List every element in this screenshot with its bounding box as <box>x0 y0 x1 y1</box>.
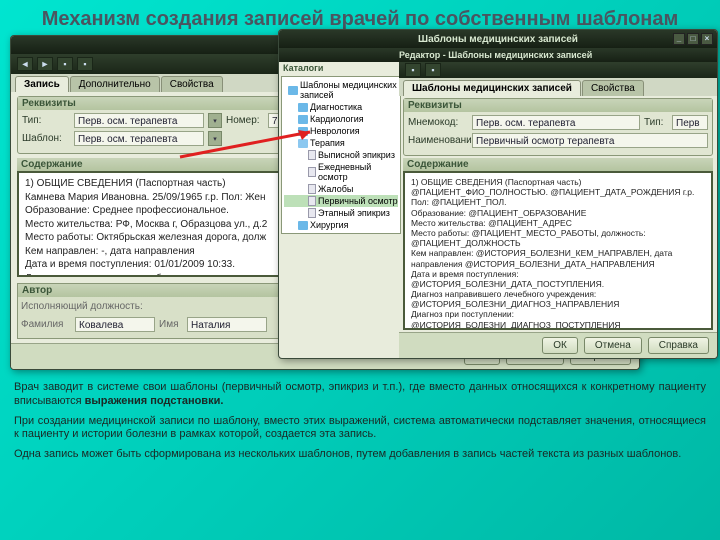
type-field-right[interactable]: Перв <box>672 115 708 130</box>
tab-extra[interactable]: Дополнительно <box>70 76 160 92</box>
tree-label: Кардиология <box>310 114 364 124</box>
titlebar-text-right: Шаблоны медицинских записей <box>418 34 578 45</box>
document-icon <box>308 208 316 218</box>
tree-node[interactable]: Первичный осмотр <box>284 195 398 207</box>
body-p1b: выражения подстановки. <box>85 395 224 407</box>
folder-icon <box>298 115 308 124</box>
maximize-icon[interactable]: □ <box>687 33 699 45</box>
template-field[interactable]: Перв. осм. терапевта <box>74 131 204 146</box>
surname-field[interactable]: Ковалева <box>75 317 155 332</box>
body-p2: При создании медицинской записи по шабло… <box>14 415 706 443</box>
folder-icon <box>298 127 308 136</box>
tree-node[interactable]: Этапный эпикриз <box>284 207 398 219</box>
document-icon <box>308 184 316 194</box>
tree-label: Первичный осмотр <box>318 196 398 206</box>
tree-label: Терапия <box>310 138 345 148</box>
tree-label: Этапный эпикриз <box>318 208 390 218</box>
requisites-title-right: Реквизиты <box>404 99 712 112</box>
tree-label: Неврология <box>310 126 360 136</box>
folder-icon <box>288 86 298 95</box>
tree-label: Хирургия <box>310 220 349 230</box>
mnemo-field[interactable]: Перв. осм. терапевта <box>472 115 640 130</box>
content-right[interactable]: 1) ОБЩИЕ СВЕДЕНИЯ (Паспортная часть) @ПА… <box>403 171 713 330</box>
mnemo-label: Мнемокод: <box>408 117 468 128</box>
tool-next-icon[interactable]: ► <box>37 57 53 71</box>
folder-icon <box>298 103 308 112</box>
ok-button[interactable]: ОК <box>542 337 578 354</box>
tabs-right: Шаблоны медицинских записей Свойства <box>399 78 717 96</box>
tree-node[interactable]: Терапия <box>284 137 398 149</box>
catalogs-label: Каталоги <box>279 62 399 74</box>
name-label-right: Наименование: <box>408 135 468 146</box>
template-dropdown-icon[interactable]: ▾ <box>208 131 222 146</box>
stage: Редактор - Записи _ □ × ◄ ► ▪ ▪ Запись Д… <box>10 35 710 375</box>
tab-record[interactable]: Запись <box>15 76 69 92</box>
tree-node[interactable]: Жалобы <box>284 183 398 195</box>
tree-label: Диагностика <box>310 102 362 112</box>
tree-label: Выписной эпикриз <box>318 150 395 160</box>
position-label: Исполняющий должность: <box>21 301 143 312</box>
document-icon <box>308 167 316 177</box>
type-field[interactable]: Перв. осм. терапевта <box>74 113 204 128</box>
tree-label: Шаблоны медицинских записей <box>300 80 398 100</box>
minimize-icon[interactable]: _ <box>673 33 685 45</box>
tool-prev-icon[interactable]: ◄ <box>17 57 33 71</box>
tool-print-icon[interactable]: ▪ <box>77 57 93 71</box>
template-label: Шаблон: <box>22 133 70 144</box>
toolbar-right: ▪ ▪ <box>399 62 717 78</box>
tab-templates[interactable]: Шаблоны медицинских записей <box>403 80 581 96</box>
tool-save-icon[interactable]: ▪ <box>57 57 73 71</box>
help-button[interactable]: Справка <box>648 337 709 354</box>
templates-window: Шаблоны медицинских записей _ □ × Редакт… <box>278 29 718 359</box>
body-text: Врач заводит в системе свои шаблоны (пер… <box>0 375 720 462</box>
tree-node[interactable]: Хирургия <box>284 219 398 231</box>
folder-icon <box>298 139 308 148</box>
surname-label: Фамилия <box>21 319 71 330</box>
tree-node[interactable]: Ежедневный осмотр <box>284 161 398 183</box>
tab-props-right[interactable]: Свойства <box>582 80 644 96</box>
number-label: Номер: <box>226 115 264 126</box>
document-icon <box>308 150 316 160</box>
type-label-right: Тип: <box>644 117 668 128</box>
folder-icon <box>298 221 308 230</box>
type-label: Тип: <box>22 115 70 126</box>
tab-props[interactable]: Свойства <box>161 76 223 92</box>
content-title-right: Содержание <box>403 158 713 171</box>
tree-node[interactable]: Диагностика <box>284 101 398 113</box>
tree-node[interactable]: Неврология <box>284 125 398 137</box>
type-dropdown-icon[interactable]: ▾ <box>208 113 222 128</box>
close-icon[interactable]: × <box>701 33 713 45</box>
tool-icon[interactable]: ▪ <box>405 63 421 77</box>
name-field[interactable]: Наталия <box>187 317 267 332</box>
tree-node[interactable]: Шаблоны медицинских записей <box>284 79 398 101</box>
subtitle-right: Редактор - Шаблоны медицинских записей <box>279 48 717 62</box>
name-label: Имя <box>159 319 183 330</box>
button-row-right: ОК Отмена Справка <box>399 332 717 358</box>
tree[interactable]: Шаблоны медицинских записей Диагностика Ка… <box>281 76 401 234</box>
cancel-button[interactable]: Отмена <box>584 337 642 354</box>
requisites-right: Реквизиты Мнемокод: Перв. осм. терапевта… <box>403 98 713 156</box>
tree-node[interactable]: Выписной эпикриз <box>284 149 398 161</box>
tree-label: Ежедневный осмотр <box>318 162 398 182</box>
body-p3: Одна запись может быть сформирована из н… <box>14 448 706 462</box>
name-field-right[interactable]: Первичный осмотр терапевта <box>472 133 708 148</box>
tree-node[interactable]: Кардиология <box>284 113 398 125</box>
titlebar-right: Шаблоны медицинских записей _ □ × <box>279 30 717 48</box>
tool-icon[interactable]: ▪ <box>425 63 441 77</box>
tree-label: Жалобы <box>318 184 353 194</box>
document-icon <box>308 196 316 206</box>
